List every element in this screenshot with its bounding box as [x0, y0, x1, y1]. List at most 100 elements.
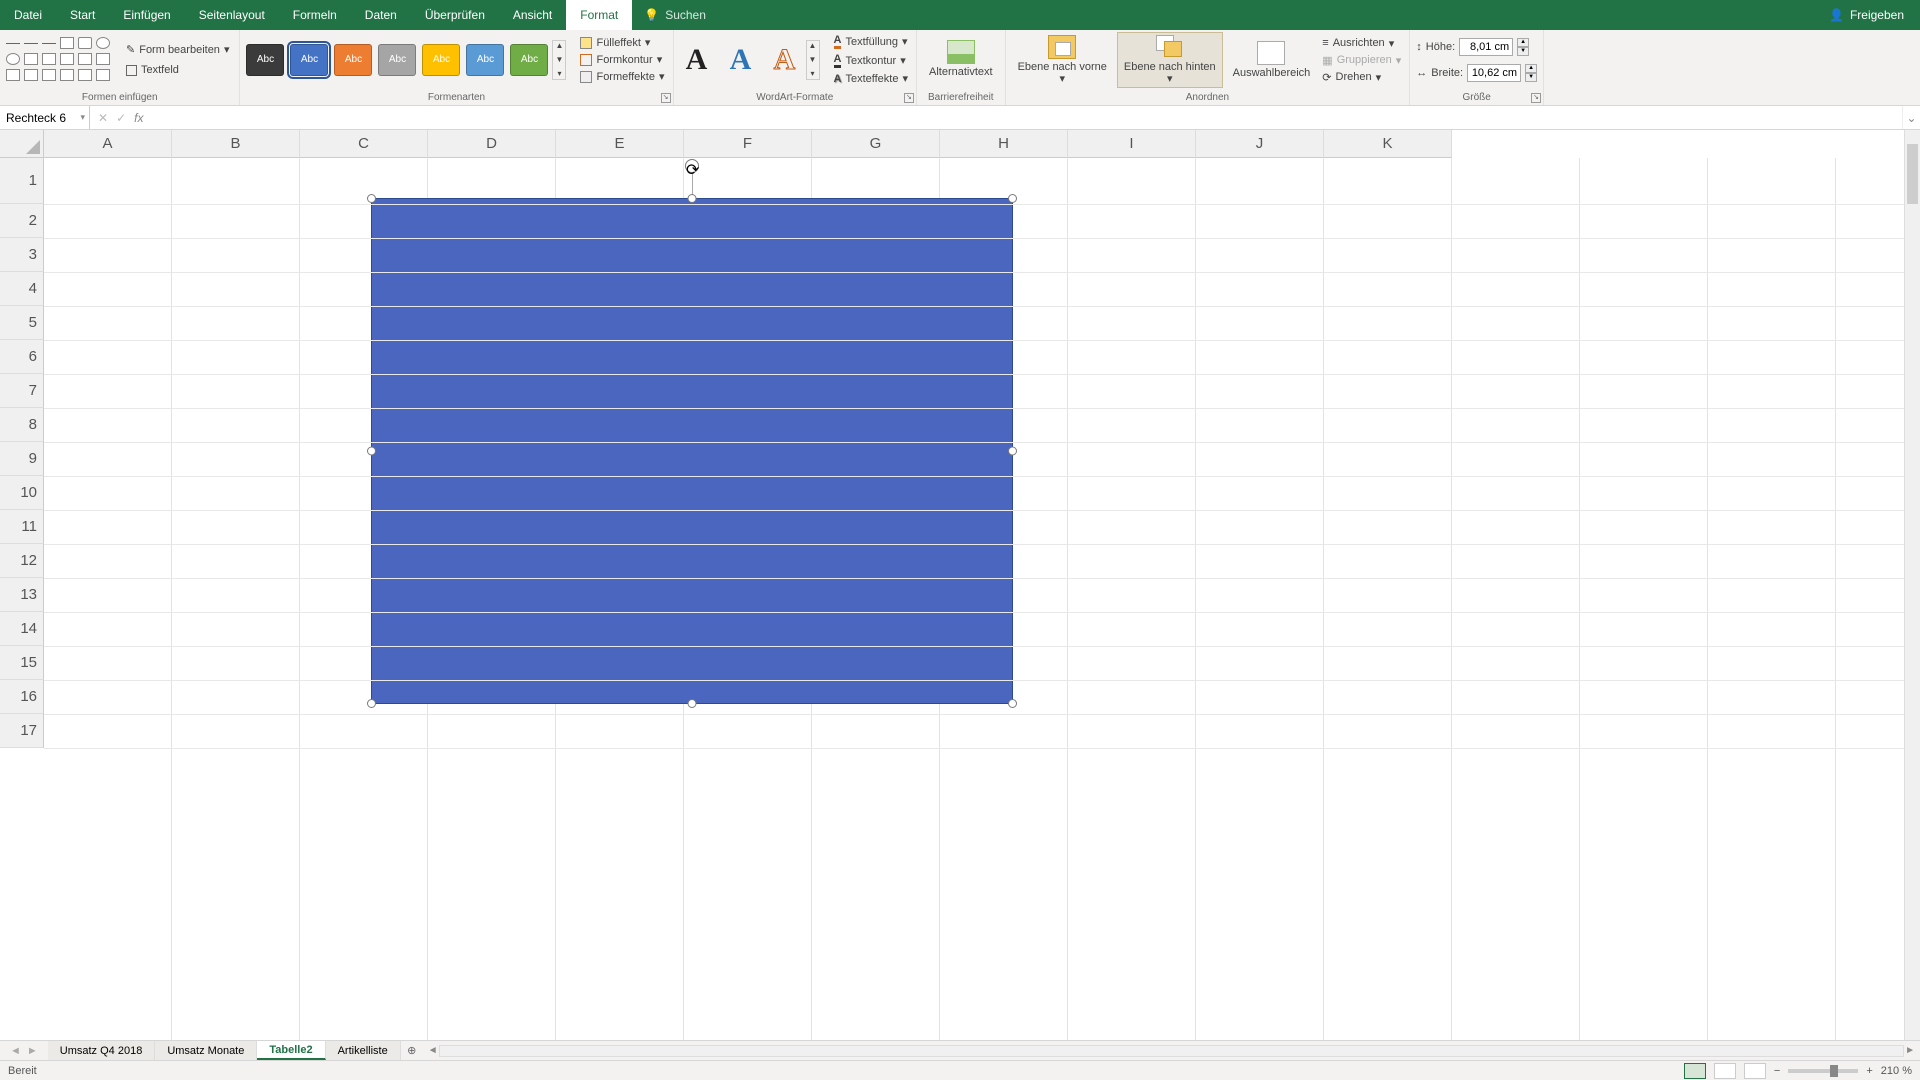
more-icon[interactable]: ▾ — [553, 69, 565, 79]
width-spin-up[interactable]: ▲ — [1525, 64, 1537, 73]
sheet-tab[interactable]: Tabelle2 — [257, 1041, 325, 1060]
row-header[interactable]: 15 — [0, 646, 44, 680]
wordart-style[interactable]: A — [680, 43, 714, 77]
chevron-down-icon[interactable]: ▼ — [807, 55, 819, 65]
row-header[interactable]: 9 — [0, 442, 44, 476]
column-header[interactable]: I — [1068, 130, 1196, 158]
menu-tab-überprüfen[interactable]: Überprüfen — [411, 0, 499, 30]
shape-style-gallery[interactable]: AbcAbcAbcAbcAbcAbcAbc — [246, 44, 548, 76]
column-header[interactable]: A — [44, 130, 172, 158]
row-header[interactable]: 6 — [0, 340, 44, 374]
height-spin-down[interactable]: ▼ — [1517, 47, 1529, 56]
tab-navigation[interactable]: ◄ ► — [0, 1041, 48, 1060]
text-effects-button[interactable]: A Texteffekte ▾ — [832, 71, 910, 86]
text-outline-button[interactable]: A Textkontur ▾ — [832, 52, 910, 69]
horizontal-scrollbar[interactable] — [439, 1045, 1904, 1057]
send-backward-button[interactable]: Ebene nach hinten ▾ — [1117, 32, 1223, 88]
shape-effects-button[interactable]: Formeffekte ▾ — [578, 69, 666, 84]
menu-tab-datei[interactable]: Datei — [0, 0, 56, 30]
column-header[interactable]: G — [812, 130, 940, 158]
more-icon[interactable]: ▾ — [807, 69, 819, 79]
resize-handle-ne[interactable] — [1008, 194, 1017, 203]
dialog-launcher[interactable]: ↘ — [1531, 93, 1541, 103]
gallery-scroll[interactable]: ▲ ▼ ▾ — [552, 40, 566, 80]
bring-forward-button[interactable]: Ebene nach vorne ▾ — [1012, 33, 1113, 87]
width-spin-down[interactable]: ▼ — [1525, 73, 1537, 82]
formula-input[interactable] — [151, 106, 1902, 129]
column-header[interactable]: J — [1196, 130, 1324, 158]
shape-style-swatch[interactable]: Abc — [334, 44, 372, 76]
menu-tab-seitenlayout[interactable]: Seitenlayout — [185, 0, 279, 30]
column-header[interactable]: H — [940, 130, 1068, 158]
height-spin-up[interactable]: ▲ — [1517, 38, 1529, 47]
share-button[interactable]: 👤 Freigeben — [1813, 0, 1920, 30]
cells-grid[interactable]: ⟳ — [44, 158, 1904, 1040]
resize-handle-w[interactable] — [367, 447, 376, 456]
row-header[interactable]: 12 — [0, 544, 44, 578]
width-input[interactable] — [1467, 64, 1521, 82]
menu-tab-format[interactable]: Format — [566, 0, 632, 30]
shape-style-swatch[interactable]: Abc — [246, 44, 284, 76]
row-header[interactable]: 3 — [0, 238, 44, 272]
zoom-in-button[interactable]: + — [1866, 1065, 1872, 1077]
shape-style-swatch[interactable]: Abc — [510, 44, 548, 76]
chevron-up-icon[interactable]: ▲ — [553, 41, 565, 51]
dialog-launcher[interactable]: ↘ — [904, 93, 914, 103]
row-header[interactable]: 16 — [0, 680, 44, 714]
tab-nav-last-icon[interactable]: ► — [27, 1045, 38, 1057]
select-all-corner[interactable] — [0, 130, 44, 158]
column-header[interactable]: D — [428, 130, 556, 158]
selected-rectangle-shape[interactable]: ⟳ — [371, 198, 1013, 704]
cancel-icon[interactable]: ✕ — [98, 111, 108, 125]
tell-me-search[interactable]: 💡 Suchen — [632, 0, 718, 30]
chevron-up-icon[interactable]: ▲ — [807, 41, 819, 51]
shape-outline-button[interactable]: Formkontur ▾ — [578, 52, 666, 67]
sheet-tab[interactable]: Artikelliste — [326, 1041, 401, 1060]
vertical-scrollbar[interactable] — [1904, 130, 1920, 1040]
height-input[interactable] — [1459, 38, 1513, 56]
column-headers[interactable]: ABCDEFGHIJK — [44, 130, 1904, 158]
menu-tab-daten[interactable]: Daten — [351, 0, 411, 30]
chevron-down-icon[interactable]: ▼ — [553, 55, 565, 65]
menu-tab-start[interactable]: Start — [56, 0, 109, 30]
zoom-slider[interactable] — [1788, 1069, 1858, 1073]
resize-handle-se[interactable] — [1008, 699, 1017, 708]
rotate-button[interactable]: ⟳ Drehen ▾ — [1320, 70, 1403, 85]
gallery-scroll[interactable]: ▲ ▼ ▾ — [806, 40, 820, 80]
normal-view-button[interactable] — [1684, 1063, 1706, 1079]
menu-tab-ansicht[interactable]: Ansicht — [499, 0, 566, 30]
column-header[interactable]: C — [300, 130, 428, 158]
sheet-tab[interactable]: Umsatz Monate — [155, 1041, 257, 1060]
row-header[interactable]: 2 — [0, 204, 44, 238]
dialog-launcher[interactable]: ↘ — [661, 93, 671, 103]
zoom-out-button[interactable]: − — [1774, 1065, 1780, 1077]
row-header[interactable]: 4 — [0, 272, 44, 306]
shape-style-swatch[interactable]: Abc — [422, 44, 460, 76]
menu-tab-formeln[interactable]: Formeln — [279, 0, 351, 30]
row-header[interactable]: 8 — [0, 408, 44, 442]
row-header[interactable]: 17 — [0, 714, 44, 748]
tab-nav-first-icon[interactable]: ◄ — [10, 1045, 21, 1057]
edit-shape-button[interactable]: ✎ Form bearbeiten ▾ — [122, 41, 233, 58]
fx-icon[interactable]: fx — [134, 111, 143, 125]
wordart-style[interactable]: A — [768, 43, 802, 77]
menu-tab-einfügen[interactable]: Einfügen — [109, 0, 184, 30]
column-header[interactable]: K — [1324, 130, 1452, 158]
row-header[interactable]: 11 — [0, 510, 44, 544]
rotation-handle[interactable]: ⟳ — [685, 159, 699, 173]
page-layout-view-button[interactable] — [1714, 1063, 1736, 1079]
shape-style-swatch[interactable]: Abc — [378, 44, 416, 76]
column-header[interactable]: E — [556, 130, 684, 158]
column-header[interactable]: F — [684, 130, 812, 158]
row-header[interactable]: 1 — [0, 158, 44, 204]
align-button[interactable]: ≡ Ausrichten ▾ — [1320, 36, 1403, 51]
resize-handle-sw[interactable] — [367, 699, 376, 708]
wordart-gallery[interactable]: A A A — [680, 43, 802, 77]
resize-handle-nw[interactable] — [367, 194, 376, 203]
shape-style-swatch[interactable]: Abc — [466, 44, 504, 76]
selection-pane-button[interactable]: Auswahlbereich — [1227, 39, 1317, 81]
row-header[interactable]: 7 — [0, 374, 44, 408]
text-fill-button[interactable]: A Textfüllung ▾ — [832, 33, 910, 50]
column-header[interactable]: B — [172, 130, 300, 158]
row-header[interactable]: 13 — [0, 578, 44, 612]
